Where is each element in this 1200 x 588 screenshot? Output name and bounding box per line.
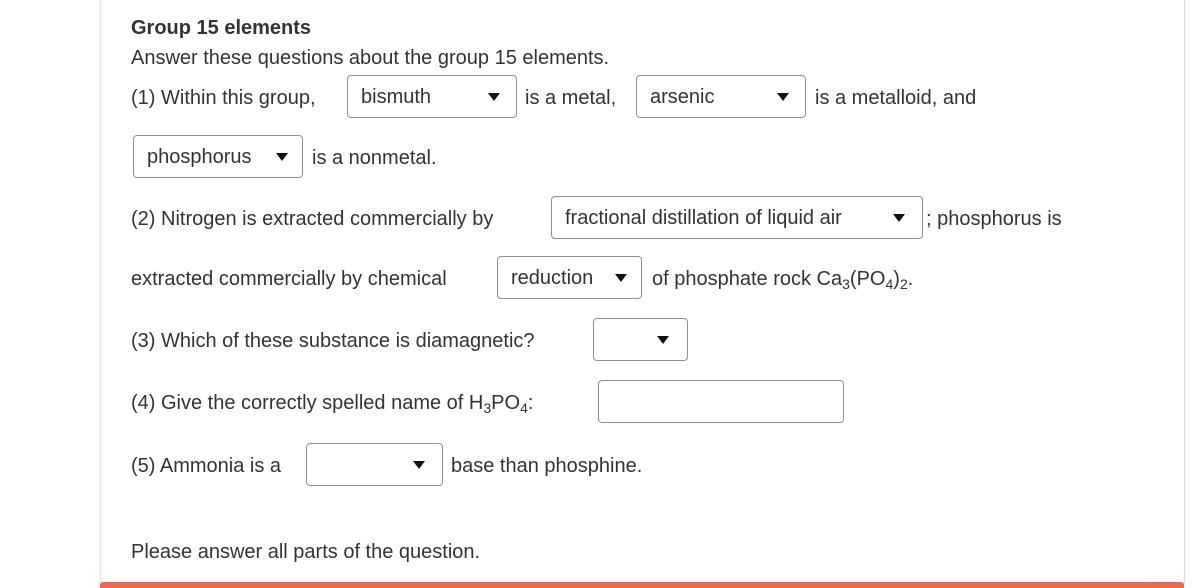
caret-down-icon — [276, 153, 288, 161]
q2-mid: ; phosphorus is — [926, 208, 1062, 230]
q1-metal-select-value: bismuth — [361, 86, 432, 108]
caret-down-icon — [777, 93, 789, 101]
caret-down-icon — [413, 461, 425, 469]
formula-part: . — [907, 268, 914, 290]
q5-base-strength-select[interactable] — [306, 443, 443, 486]
q1-suffix: is a nonmetal. — [312, 147, 437, 169]
q1-mid2: is a metalloid, and — [815, 87, 977, 109]
formula-part: ) — [893, 268, 900, 290]
question-title: Group 15 elements — [131, 17, 312, 39]
q1-metal-select[interactable]: bismuth — [347, 75, 517, 118]
q3-question: (3) Which of these substance is diamagne… — [131, 330, 535, 352]
q4-question-text: (4) Give the correctly spelled name of H — [131, 392, 484, 414]
q2-phosphorus-method-select-value: reduction — [511, 267, 594, 289]
q1-metalloid-select[interactable]: arsenic — [636, 75, 806, 118]
q4-name-input[interactable] — [598, 380, 844, 423]
formula-subscript: 3 — [842, 276, 850, 292]
q4-question: (4) Give the correctly spelled name of H… — [131, 391, 533, 415]
q1-prefix: (1) Within this group, — [131, 87, 316, 109]
q1-nonmetal-select-value: phosphorus — [147, 146, 252, 168]
formula-part: (PO — [849, 268, 886, 290]
q1-nonmetal-select[interactable]: phosphorus — [133, 135, 303, 178]
q2-suffix: of phosphate rock Ca3(PO4)2. — [652, 267, 913, 291]
q1-mid1: is a metal, — [525, 87, 617, 109]
formula-part: : — [527, 392, 534, 414]
caret-down-icon — [657, 336, 669, 344]
q2-suffix-text: of phosphate rock Ca — [652, 268, 843, 290]
formula-part: PO — [491, 392, 521, 414]
formula-subscript: 2 — [899, 276, 908, 292]
caret-down-icon — [488, 93, 500, 101]
q3-diamagnetic-select[interactable] — [593, 318, 688, 361]
formula-subscript: 3 — [483, 400, 492, 416]
q5-prefix: (5) Ammonia is a — [131, 455, 282, 477]
q5-suffix: base than phosphine. — [451, 455, 643, 477]
caret-down-icon — [893, 214, 905, 222]
q2-nitrogen-method-select-value: fractional distillation of liquid air — [565, 207, 842, 229]
answer-all-parts-message: Please answer all parts of the question. — [131, 541, 481, 563]
card-accent-bar — [100, 582, 1184, 588]
formula-subscript: 4 — [520, 400, 528, 416]
q2-nitrogen-method-select[interactable]: fractional distillation of liquid air — [551, 196, 923, 239]
q2-line2-prefix: extracted commercially by chemical — [131, 268, 447, 290]
q2-phosphorus-method-select[interactable]: reduction — [497, 256, 642, 299]
question-instructions: Answer these questions about the group 1… — [131, 47, 610, 69]
caret-down-icon — [615, 274, 627, 282]
q2-prefix: (2) Nitrogen is extracted commercially b… — [131, 208, 494, 230]
q1-metalloid-select-value: arsenic — [650, 86, 715, 108]
